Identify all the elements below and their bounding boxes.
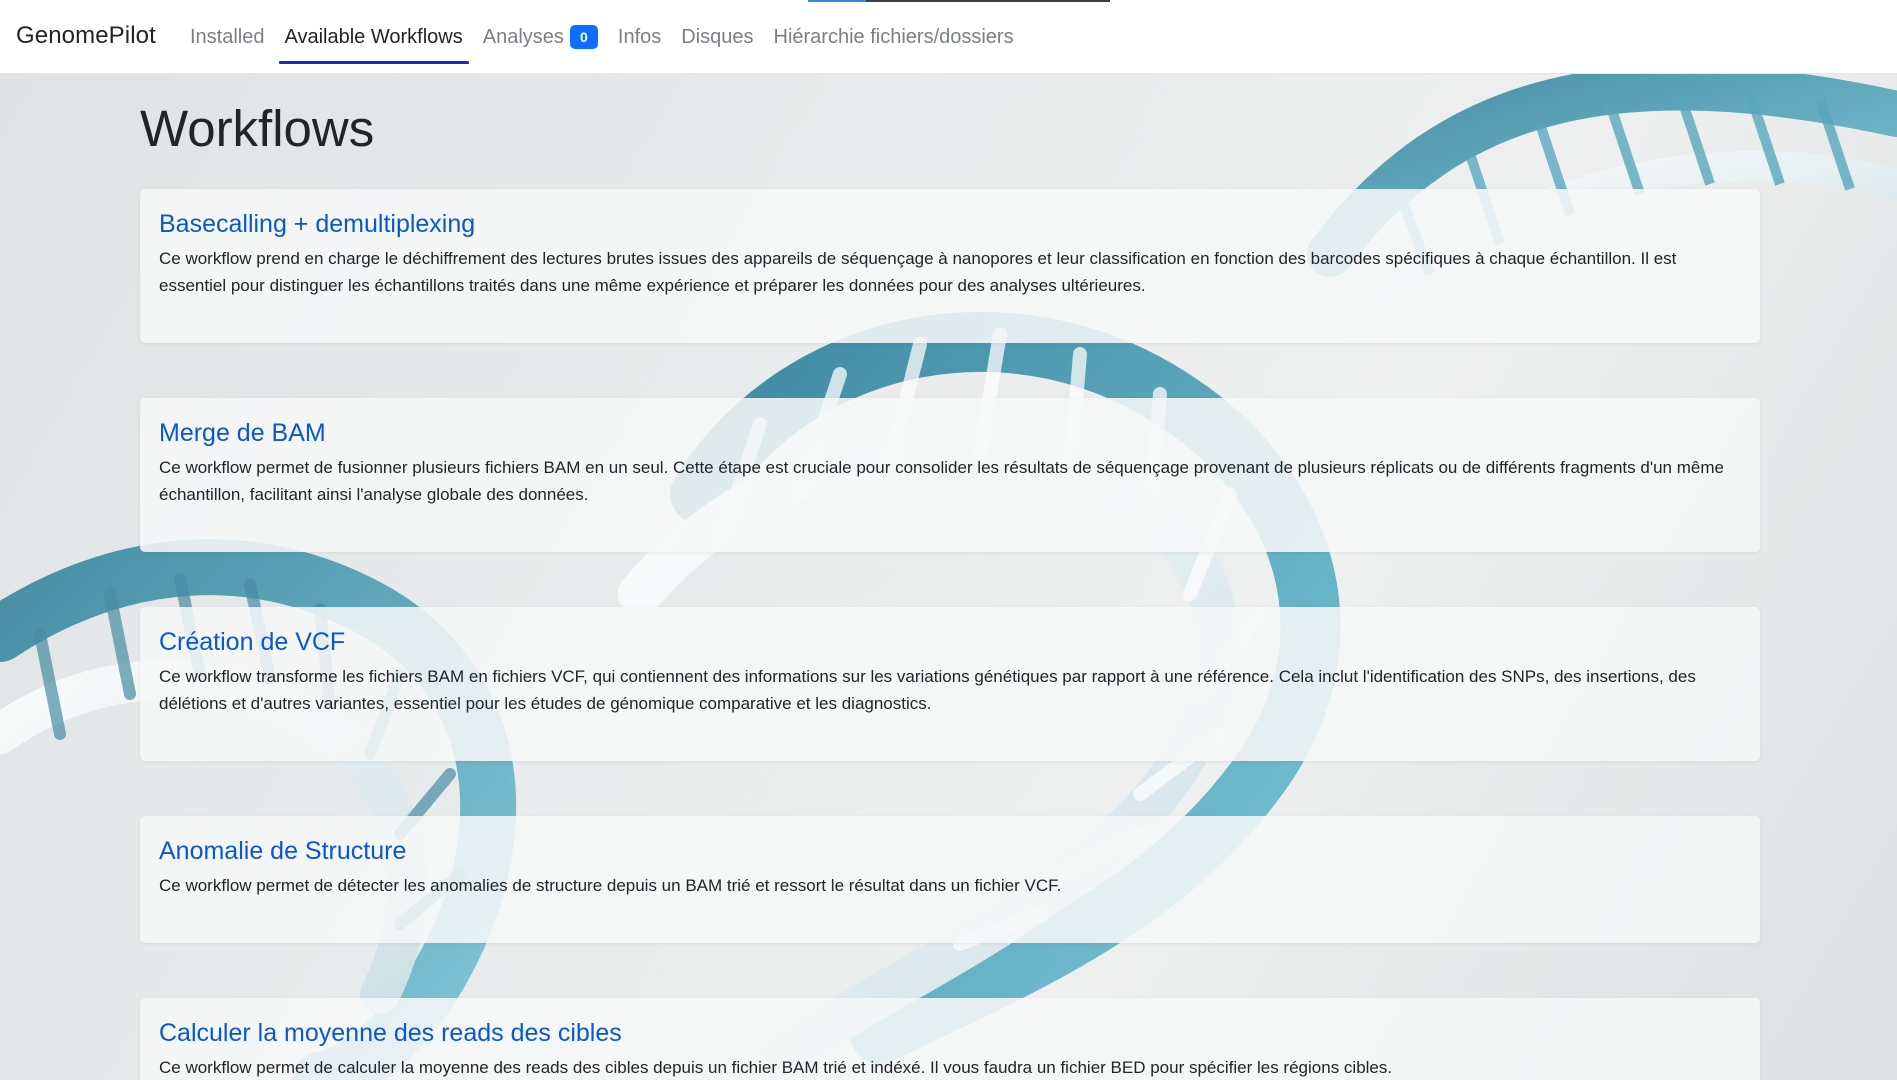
workflow-description: Ce workflow permet de calculer la moyenn… [159, 1058, 1393, 1077]
nav-link-label: Infos [617, 25, 662, 48]
workflow-description: Ce workflow transforme les fichiers BAM … [159, 667, 1696, 713]
workflow-title-link[interactable]: Anomalie de Structure [159, 836, 1740, 866]
nav-link-installed[interactable]: Installed [180, 0, 275, 74]
nav-link-file-hierarchy[interactable]: Hiérarchie fichiers/dossiers [764, 0, 1024, 74]
top-navbar: GenomePilot Installed Available Workflow… [0, 0, 1897, 74]
nav-link-label: Analyses [482, 25, 564, 48]
nav-link-label: Disques [681, 25, 754, 48]
workflow-title-link[interactable]: Création de VCF [159, 627, 1740, 657]
analyses-count-badge: 0 [569, 25, 598, 49]
nav-link-label: Installed [190, 25, 265, 48]
nav-link-available-workflows[interactable]: Available Workflows [275, 0, 473, 74]
brand-logo[interactable]: GenomePilot [16, 22, 156, 50]
workflow-title-link[interactable]: Basecalling + demultiplexing [159, 209, 1740, 239]
nav-link-label: Available Workflows [284, 25, 463, 48]
workflow-title-link[interactable]: Merge de BAM [159, 418, 1740, 448]
nav-link-disques[interactable]: Disques [671, 0, 763, 74]
page-title: Workflows [140, 100, 375, 157]
workflow-card[interactable]: Calculer la moyenne des reads des cibles… [140, 998, 1760, 1080]
workflow-description: Ce workflow permet de détecter les anoma… [159, 876, 1062, 895]
workflow-card[interactable]: Basecalling + demultiplexing Ce workflow… [140, 189, 1760, 343]
workflow-card[interactable]: Création de VCF Ce workflow transforme l… [140, 607, 1760, 761]
nav-link-analyses[interactable]: Analyses 0 [473, 0, 608, 74]
main-content-area: Workflows Basecalling + demultiplexing C… [0, 74, 1897, 1080]
workflow-card[interactable]: Merge de BAM Ce workflow permet de fusio… [140, 398, 1760, 552]
workflow-title-link[interactable]: Calculer la moyenne des reads des cibles [159, 1018, 1740, 1048]
nav-link-infos[interactable]: Infos [608, 0, 671, 74]
workflow-description: Ce workflow permet de fusionner plusieur… [159, 458, 1724, 504]
nav-link-label: Hiérarchie fichiers/dossiers [773, 25, 1014, 48]
main-nav: Installed Available Workflows Analyses 0… [180, 0, 1024, 74]
workflow-card[interactable]: Anomalie de Structure Ce workflow permet… [140, 816, 1760, 943]
workflows-container: Workflows Basecalling + demultiplexing C… [140, 74, 1760, 1080]
workflow-description: Ce workflow prend en charge le déchiffre… [159, 249, 1677, 295]
